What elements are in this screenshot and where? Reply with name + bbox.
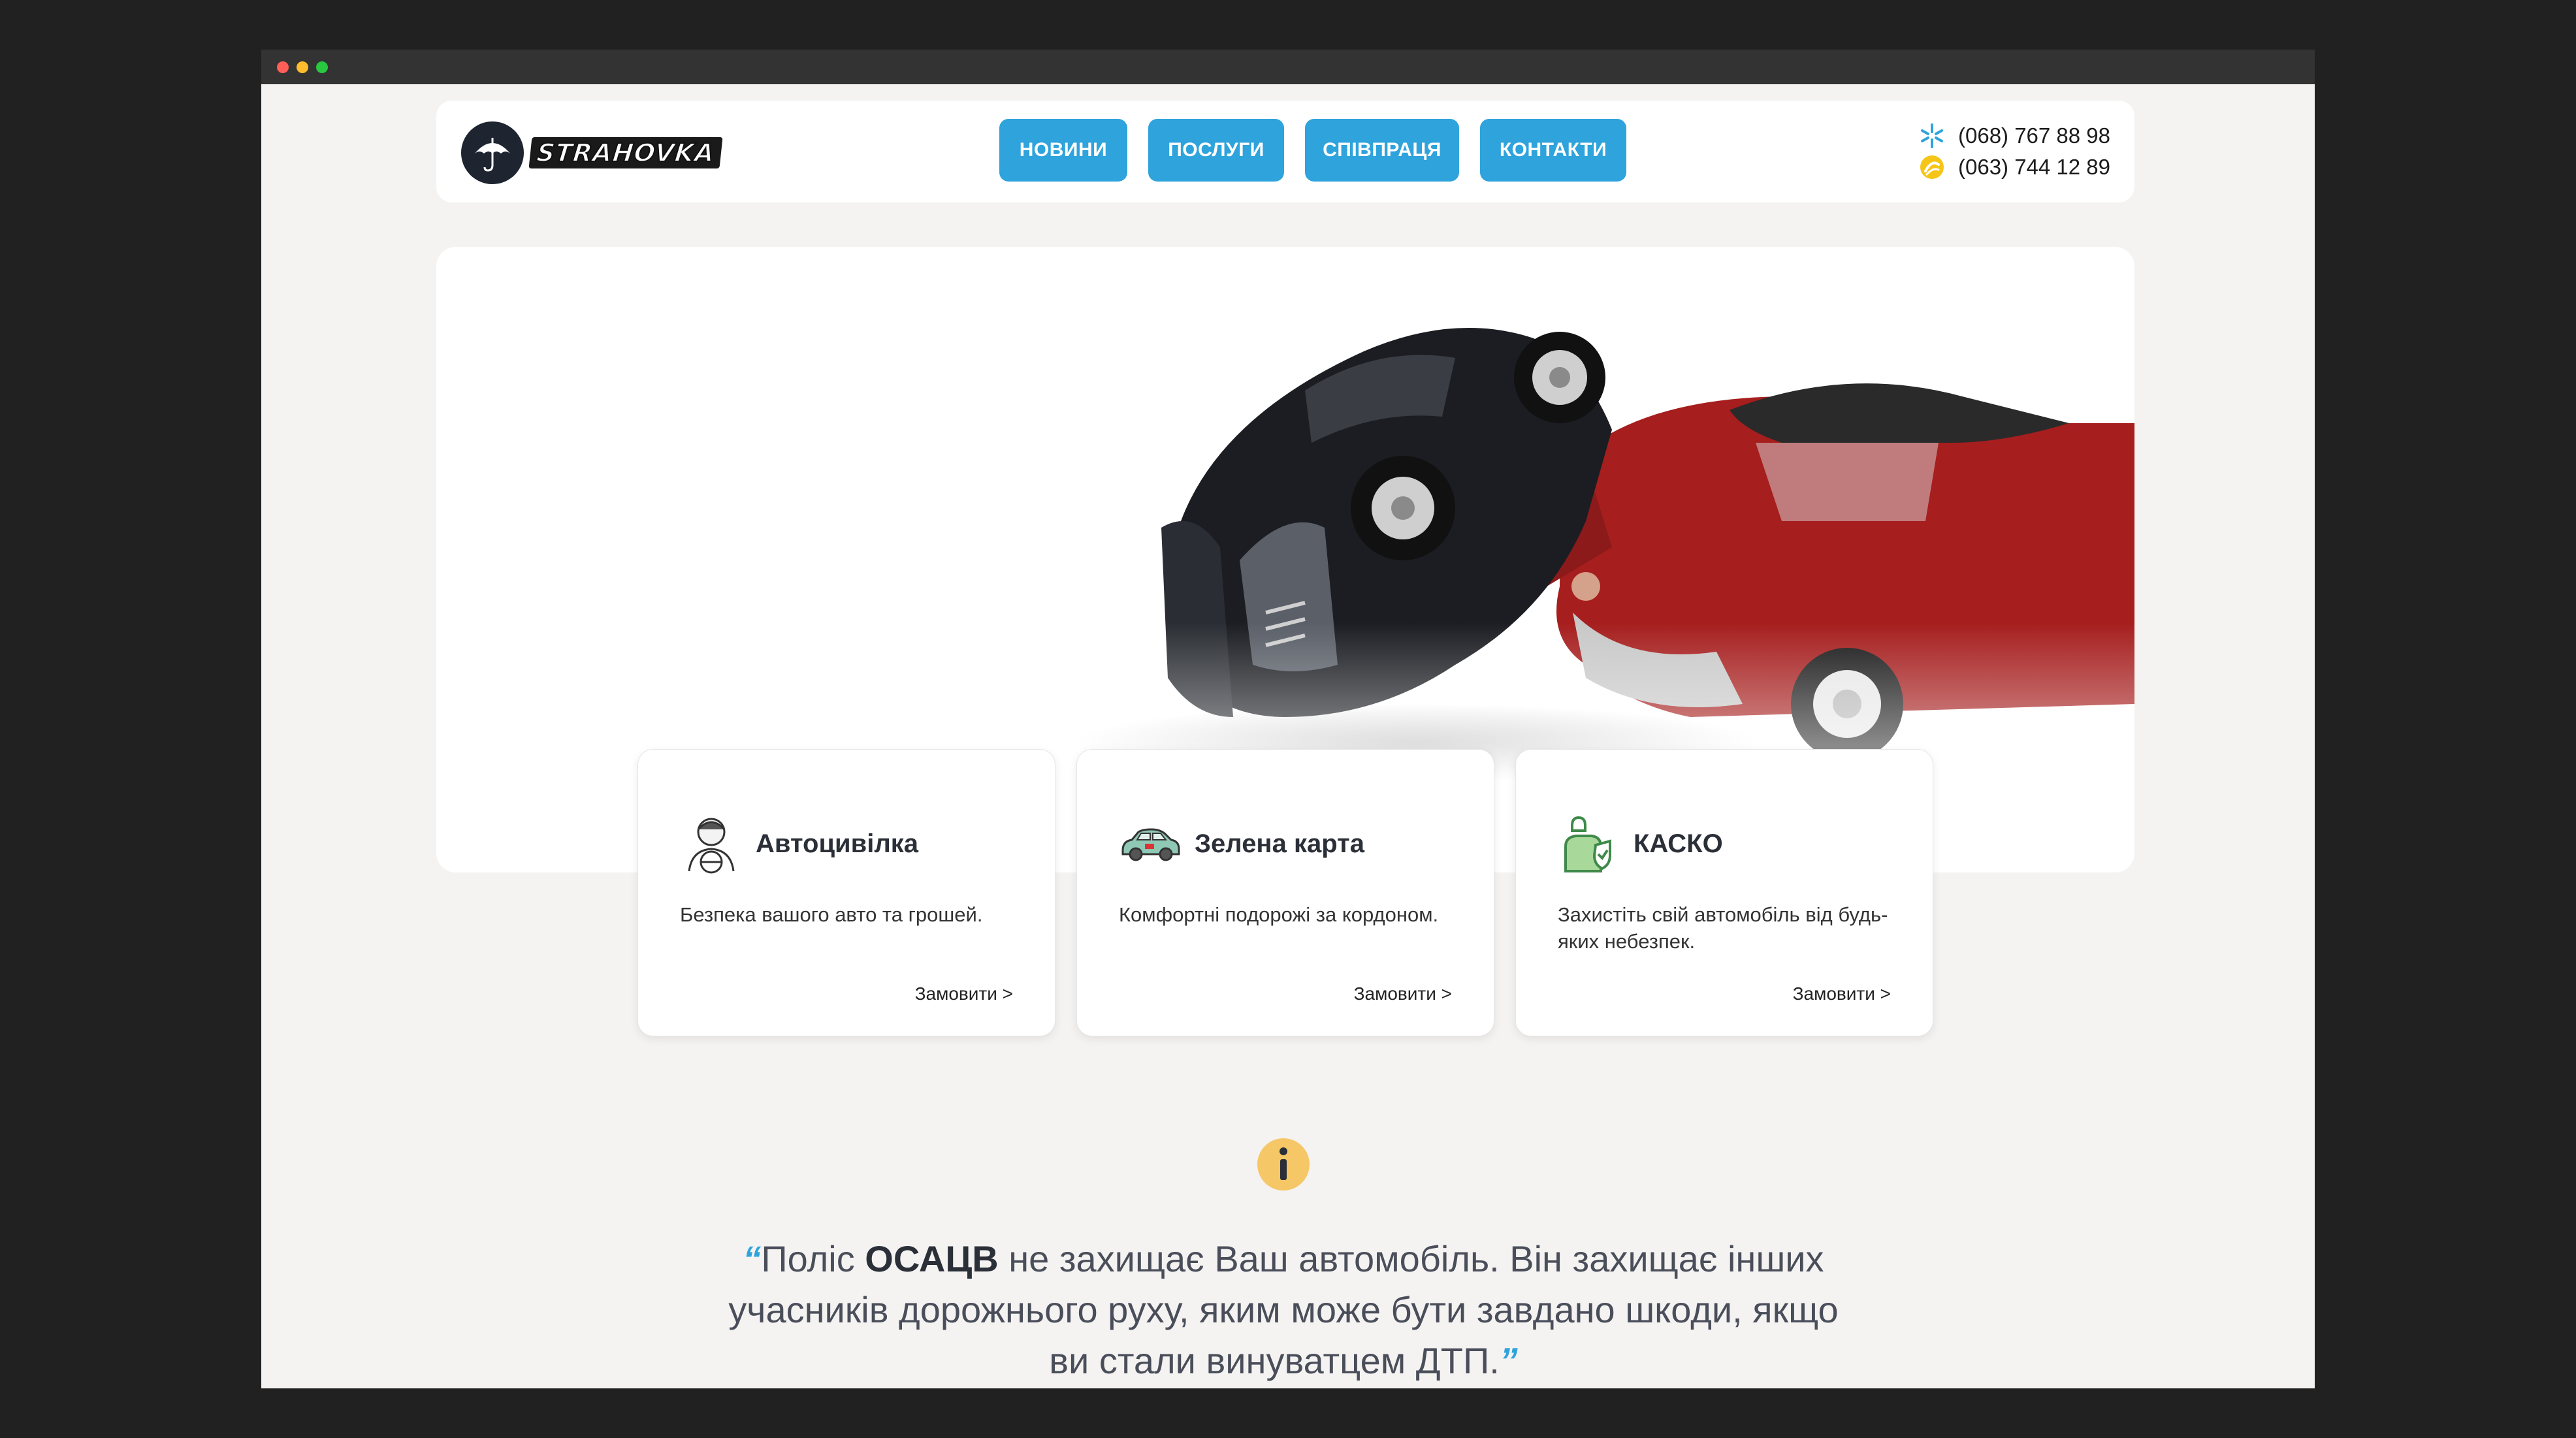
kyivstar-star-icon xyxy=(1919,123,1945,149)
umbrella-icon xyxy=(461,121,524,184)
card-description: Комфортні подорожі за кордоном. xyxy=(1119,903,1439,926)
nav-news-button[interactable]: НОВИНИ xyxy=(999,119,1127,182)
phone-item[interactable]: (068) 767 88 98 xyxy=(1919,120,2110,152)
quote-text-start: Поліс xyxy=(761,1238,865,1279)
card-description: Безпека вашого авто та грошей. xyxy=(680,903,983,926)
order-link[interactable]: Замовити > xyxy=(1354,983,1452,1004)
phone-number: (063) 744 12 89 xyxy=(1958,155,2111,179)
order-link[interactable]: Замовити > xyxy=(915,983,1013,1004)
site-header: STRAHOVKA НОВИНИ ПОСЛУГИ СПІВПРАЦЯ КОНТА… xyxy=(436,101,2134,202)
protected-person-icon xyxy=(1558,812,1620,875)
open-quote-mark: “ xyxy=(743,1238,762,1279)
osago-quote: “Поліс ОСАЦВ не захищає Ваш автомобіль. … xyxy=(718,1234,1848,1386)
main-nav: НОВИНИ ПОСЛУГИ СПІВПРАЦЯ КОНТАКТИ xyxy=(999,119,1647,182)
lifecell-icon xyxy=(1919,154,1945,180)
maximize-window-button[interactable] xyxy=(316,61,328,73)
minimize-window-button[interactable] xyxy=(297,61,308,73)
card-description: Захистіть свій автомобіль від будь-яких … xyxy=(1558,903,1888,953)
card-header: Автоцивілка xyxy=(680,812,918,875)
nav-contacts-button[interactable]: КОНТАКТИ xyxy=(1480,119,1626,182)
card-header: КАСКО xyxy=(1558,812,1723,875)
card-header: Зелена карта xyxy=(1119,812,1364,875)
card-title: КАСКО xyxy=(1634,829,1723,858)
phone-number: (068) 767 88 98 xyxy=(1958,123,2111,148)
brand-name: STRAHOVKA xyxy=(528,137,723,168)
phone-item[interactable]: (063) 744 12 89 xyxy=(1919,152,2110,183)
service-card-green-card[interactable]: Зелена карта Комфортні подорожі за кордо… xyxy=(1076,749,1494,1036)
driver-icon xyxy=(680,812,743,875)
nav-services-button[interactable]: ПОСЛУГИ xyxy=(1148,119,1284,182)
info-icon xyxy=(1257,1138,1310,1190)
service-card-kasko[interactable]: КАСКО Захистіть свій автомобіль від будь… xyxy=(1515,749,1933,1036)
card-title: Автоцивілка xyxy=(756,829,919,858)
car-icon xyxy=(1119,812,1182,875)
nav-partnership-button[interactable]: СПІВПРАЦЯ xyxy=(1305,119,1459,182)
order-link[interactable]: Замовити > xyxy=(1793,983,1891,1004)
card-title: Зелена карта xyxy=(1195,829,1364,858)
quote-highlight: ОСАЦВ xyxy=(865,1238,999,1279)
logo[interactable]: STRAHOVKA xyxy=(461,121,723,184)
browser-window: STRAHOVKA НОВИНИ ПОСЛУГИ СПІВПРАЦЯ КОНТА… xyxy=(261,50,2315,1388)
close-window-button[interactable] xyxy=(277,61,289,73)
service-card-autocivilka[interactable]: Автоцивілка Безпека вашого авто та гроше… xyxy=(637,749,1055,1036)
close-quote-mark: ” xyxy=(1499,1340,1518,1381)
window-titlebar xyxy=(261,50,2315,84)
page-content: STRAHOVKA НОВИНИ ПОСЛУГИ СПІВПРАЦЯ КОНТА… xyxy=(261,84,2315,1388)
phone-list: (068) 767 88 98 (063) 744 12 89 xyxy=(1919,120,2110,183)
